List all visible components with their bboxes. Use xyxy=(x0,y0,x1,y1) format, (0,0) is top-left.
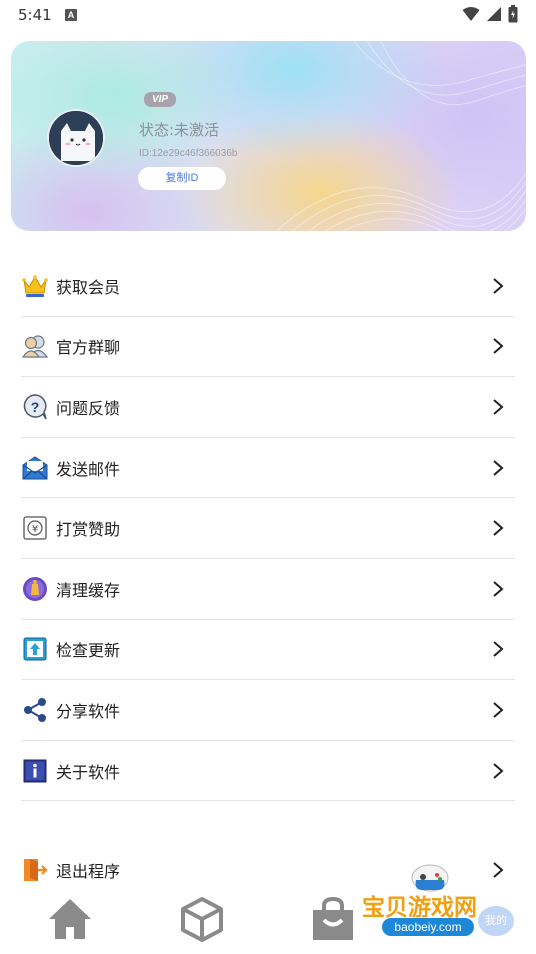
menu-item-label: 分享软件 xyxy=(56,701,121,721)
bag-icon xyxy=(313,896,353,940)
menu-item-label: 获取会员 xyxy=(56,277,121,297)
menu-item-label: 清理缓存 xyxy=(56,580,121,600)
crown-icon xyxy=(21,272,49,300)
menu-item-get-membership[interactable]: 获取会员 xyxy=(21,256,515,317)
home-icon xyxy=(49,899,91,939)
menu-item-about[interactable]: 关于软件 xyxy=(21,741,515,802)
chevron-right-icon xyxy=(493,641,504,658)
menu-item-check-update[interactable]: 检查更新 xyxy=(21,620,515,681)
group-chat-icon xyxy=(21,332,49,360)
exit-icon xyxy=(21,856,49,884)
menu-item-label: 退出程序 xyxy=(56,862,121,881)
yen-icon: ¥ xyxy=(21,514,49,542)
menu-item-official-group[interactable]: 官方群聊 xyxy=(21,317,515,378)
menu-item-label: 关于软件 xyxy=(56,762,121,782)
copy-id-button[interactable]: 复制ID xyxy=(138,167,226,190)
question-icon: ? xyxy=(21,393,49,421)
menu-item-sponsor[interactable]: ¥ 打赏赞助 xyxy=(21,498,515,559)
nav-cube-tab[interactable] xyxy=(177,896,227,942)
chevron-right-icon xyxy=(493,702,504,718)
nav-bag-tab[interactable] xyxy=(308,896,358,942)
chevron-right-icon xyxy=(493,338,504,355)
svg-text:?: ? xyxy=(31,399,40,415)
menu-list: 获取会员 官方群聊 ? 问题反馈 发送邮件 ¥ 打赏赞助 清理缓存 检查更新 分… xyxy=(21,256,515,802)
watermark-url: baobeiy.com xyxy=(382,918,474,936)
cellular-signal-icon xyxy=(487,7,501,21)
menu-item-label: 检查更新 xyxy=(56,641,121,661)
menu-item-label: 打赏赞助 xyxy=(56,520,121,540)
chevron-right-icon xyxy=(493,762,504,779)
chevron-right-icon xyxy=(493,581,504,597)
avatar[interactable] xyxy=(47,109,105,167)
membership-status: 状态:未激活 xyxy=(139,121,220,139)
cube-icon xyxy=(181,897,223,942)
site-watermark: 宝贝游戏网 baobeiy.com 我的 xyxy=(360,858,520,948)
watermark-text: 宝贝游戏网 xyxy=(362,895,477,921)
chevron-right-icon xyxy=(493,459,504,476)
profile-card: VIP 状态:未激活 ID:12e29c46f366036b 复制ID xyxy=(11,41,526,231)
menu-item-share-app[interactable]: 分享软件 xyxy=(21,680,515,741)
chevron-right-icon xyxy=(493,520,504,536)
menu-item-label: 问题反馈 xyxy=(56,398,121,418)
card-wave-pattern xyxy=(275,41,526,231)
nav-home-tab[interactable] xyxy=(45,896,95,942)
menu-item-send-email[interactable]: 发送邮件 xyxy=(21,438,515,499)
menu-item-label: 发送邮件 xyxy=(56,459,121,479)
info-icon xyxy=(21,757,49,785)
mail-icon xyxy=(21,454,49,482)
cat-avatar-icon xyxy=(49,111,103,165)
clean-icon xyxy=(21,575,49,603)
vip-badge: VIP xyxy=(144,92,176,107)
status-bar: 5:41 A xyxy=(0,0,536,30)
battery-icon xyxy=(508,5,518,23)
wifi-icon xyxy=(462,7,480,21)
accessibility-badge-icon: A xyxy=(65,9,77,21)
user-id: ID:12e29c46f366036b xyxy=(139,148,238,159)
menu-item-label: 官方群聊 xyxy=(56,338,121,358)
update-icon xyxy=(21,635,49,663)
menu-item-feedback[interactable]: ? 问题反馈 xyxy=(21,377,515,438)
nav-mine-tab[interactable]: 我的 xyxy=(478,906,514,936)
chevron-right-icon xyxy=(493,399,504,415)
chevron-right-icon xyxy=(493,278,504,294)
share-icon xyxy=(21,696,49,724)
menu-item-clear-cache[interactable]: 清理缓存 xyxy=(21,559,515,620)
status-indicators xyxy=(462,5,518,23)
status-time: 5:41 xyxy=(18,6,52,24)
svg-text:¥: ¥ xyxy=(32,524,38,535)
